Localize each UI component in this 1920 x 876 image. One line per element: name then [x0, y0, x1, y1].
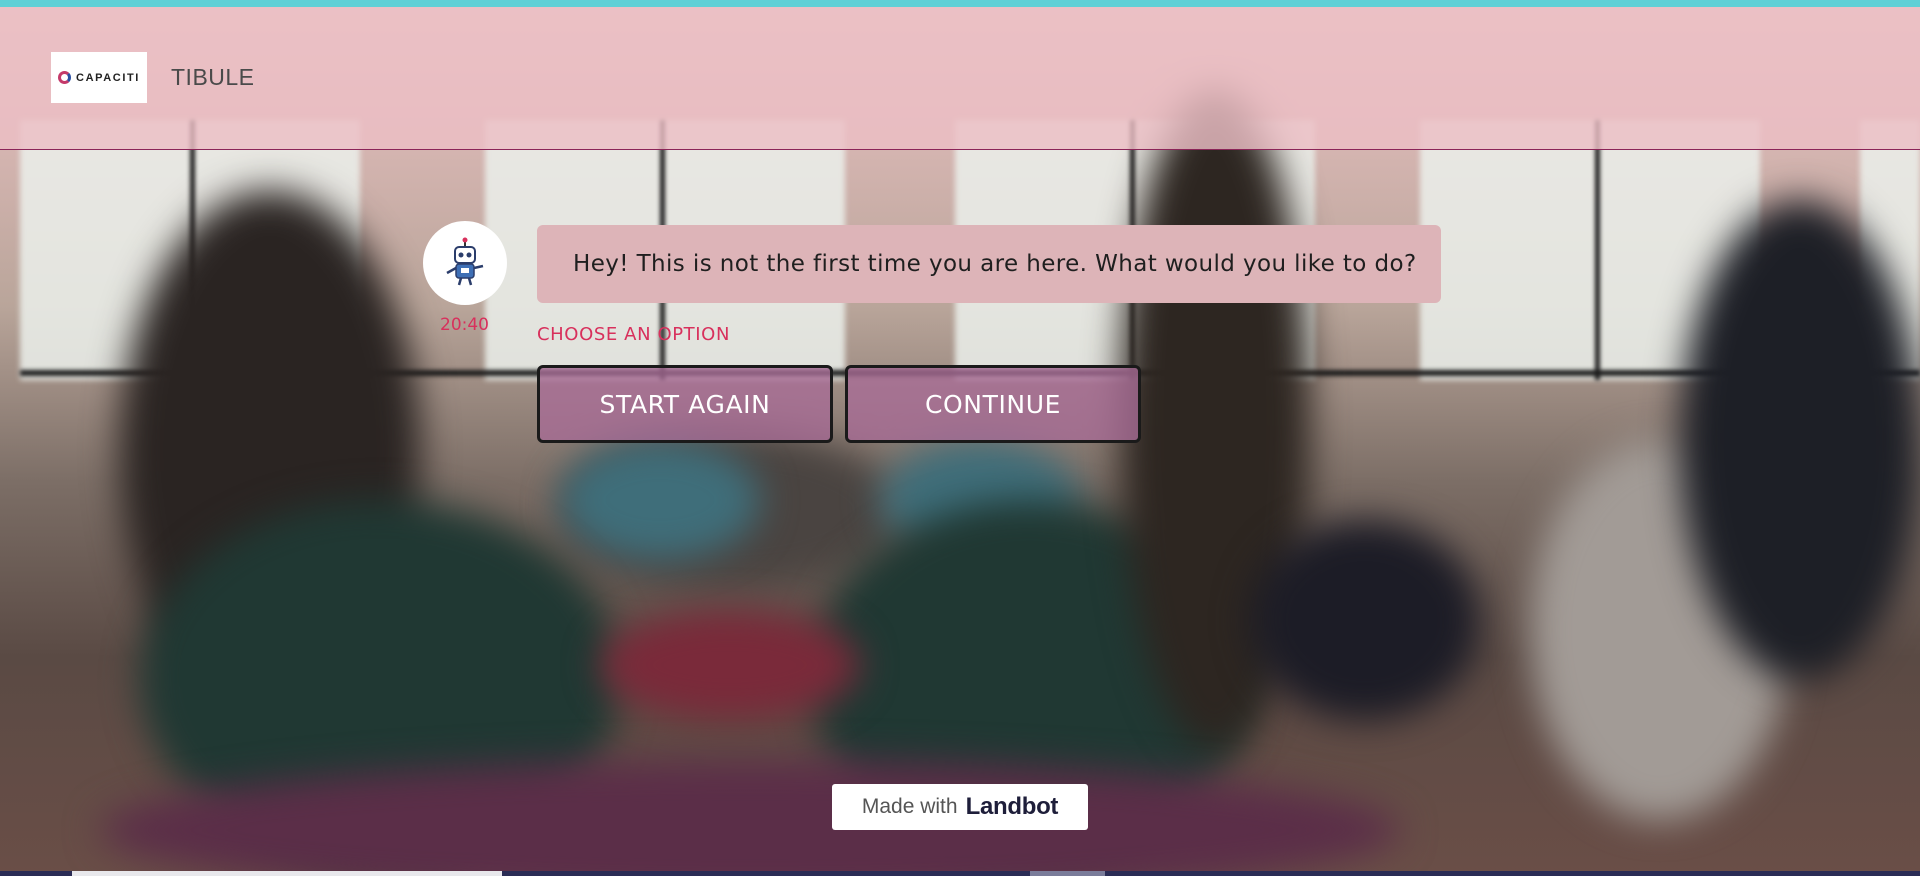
logo-text: CAPACITI	[76, 71, 140, 84]
bottom-strip	[0, 871, 1920, 876]
bot-avatar	[423, 221, 507, 305]
bot-message-bubble: Hey! This is not the first time you are …	[537, 225, 1441, 303]
header	[0, 7, 1920, 150]
message-timestamp: 20:40	[440, 315, 489, 335]
robot-icon	[446, 237, 484, 286]
page-title: TIBULE	[171, 64, 255, 90]
continue-button[interactable]: CONTINUE	[845, 365, 1141, 443]
choose-option-label: CHOOSE AN OPTION	[537, 324, 731, 345]
capaciti-logo-icon	[58, 71, 72, 84]
top-accent-bar	[0, 0, 1920, 7]
start-again-button[interactable]: START AGAIN	[537, 365, 833, 443]
made-with-text: Made with	[861, 795, 958, 818]
continue-label: CONTINUE	[924, 389, 1062, 419]
start-again-label: START AGAIN	[599, 389, 771, 419]
brand-logo[interactable]: CAPACITI	[51, 52, 147, 103]
bot-message-text: Hey! This is not the first time you are …	[573, 251, 1417, 277]
landbot-brand: Landbot	[965, 793, 1059, 820]
made-with-landbot-badge[interactable]: Made with Landbot	[832, 784, 1088, 830]
